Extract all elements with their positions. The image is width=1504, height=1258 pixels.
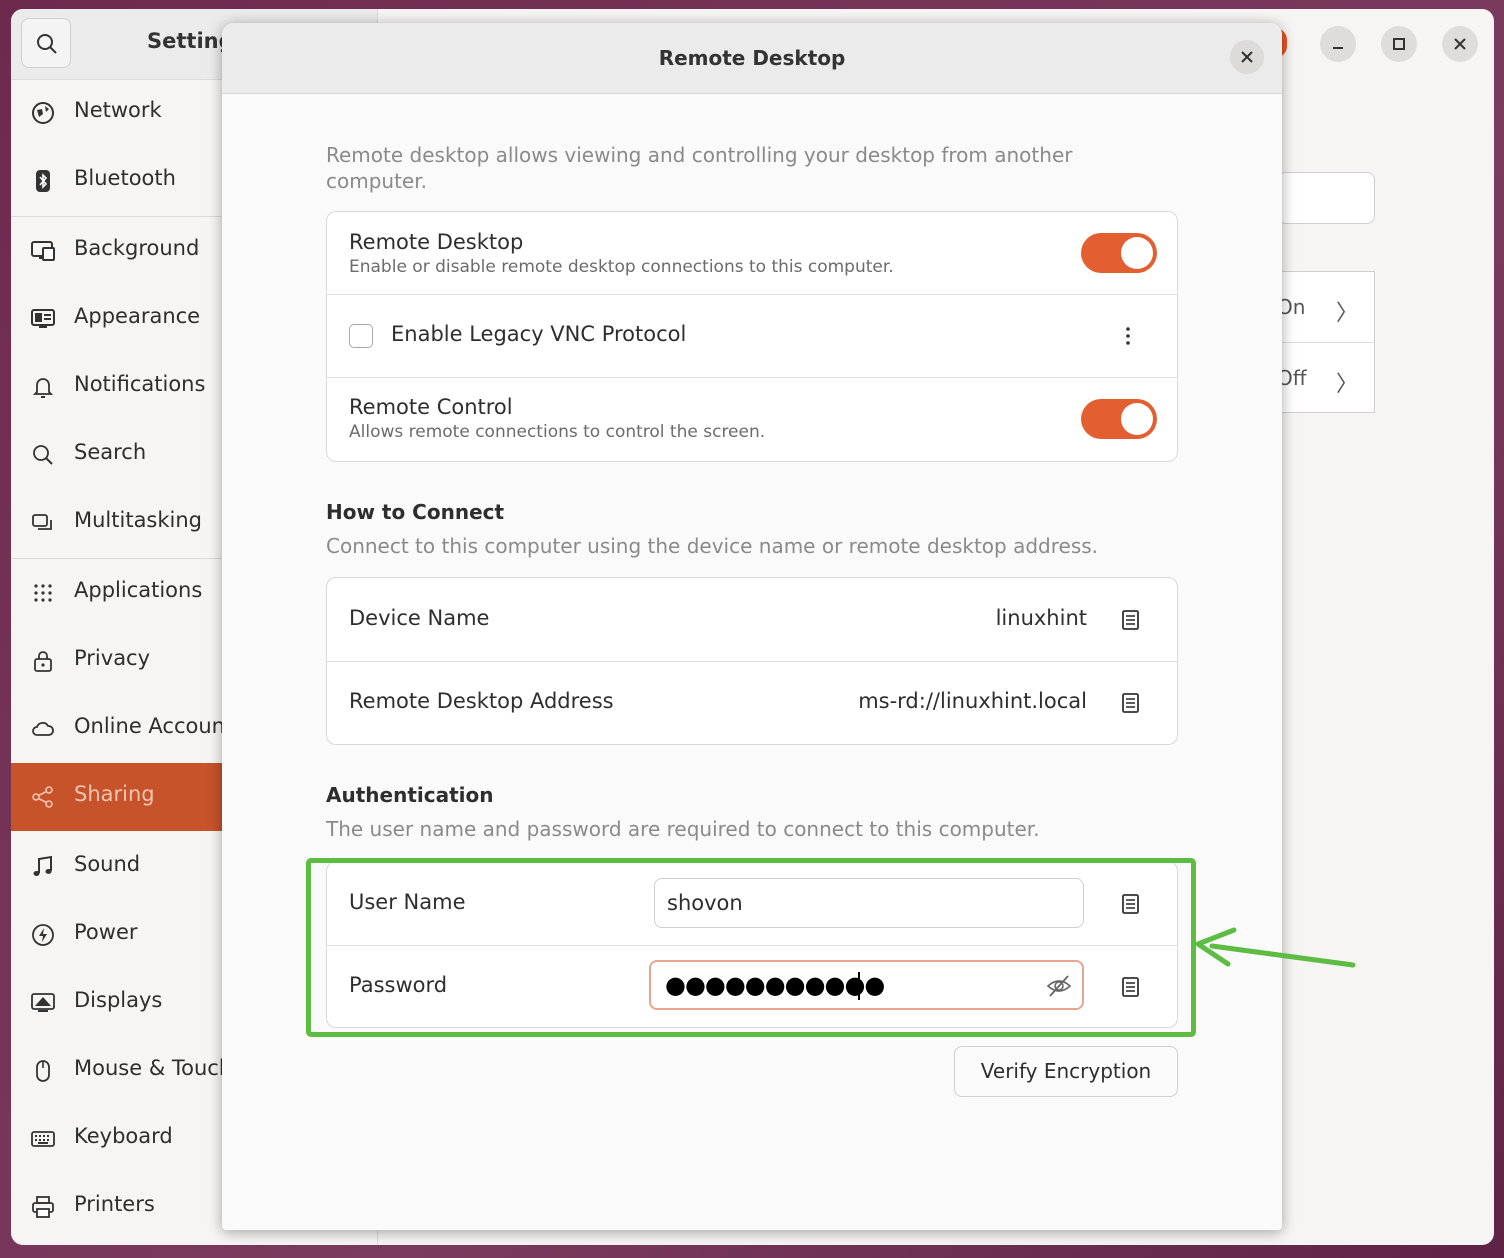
sidebar-item-label: Search [74, 440, 147, 464]
remote-desktop-settings-card: Remote Desktop Enable or disable remote … [326, 211, 1178, 462]
chevron-right-icon: 〉 [1336, 301, 1359, 326]
sidebar-item-label: Printers [74, 1192, 155, 1216]
sharing-service-row[interactable]: Off 〉 [1277, 342, 1374, 413]
sharing-services-list: On 〉 Off 〉 [1277, 271, 1375, 413]
device-name-value: linuxhint [995, 606, 1087, 630]
dialog-header: Remote Desktop [222, 23, 1282, 94]
sidebar-item-label: Appearance [74, 304, 201, 328]
remote-desktop-toggle[interactable] [1081, 233, 1157, 273]
search-icon [33, 445, 53, 465]
chevron-right-icon: 〉 [1336, 372, 1359, 397]
remote-desktop-subtitle: Enable or disable remote desktop connect… [349, 257, 894, 277]
network-icon [32, 102, 54, 124]
display-icon [31, 993, 55, 1012]
maximize-button[interactable] [1381, 26, 1417, 62]
annotation-highlight-box [306, 858, 1196, 1037]
sharing-service-row[interactable]: On 〉 [1277, 272, 1374, 342]
remote-control-title: Remote Control [349, 395, 513, 419]
minimize-icon [1333, 47, 1343, 49]
remote-desktop-dialog: Remote Desktop Remote desktop allows vie… [222, 23, 1282, 1230]
remote-desktop-title: Remote Desktop [349, 230, 524, 254]
lock-icon [34, 651, 52, 672]
sidebar-item-label: Keyboard [74, 1124, 173, 1148]
authentication-description: The user name and password are required … [326, 817, 1040, 841]
cloud-icon [32, 721, 54, 736]
bell-icon [32, 378, 54, 398]
dialog-close-button[interactable] [1230, 40, 1264, 74]
music-note-icon [33, 855, 52, 876]
keyboard-icon [31, 1131, 55, 1147]
legacy-vnc-checkbox[interactable] [349, 324, 373, 348]
sidebar-item-label: Sharing [74, 782, 155, 806]
search-icon [37, 34, 57, 54]
sidebar-item-label: Applications [74, 578, 203, 602]
share-icon [32, 786, 53, 808]
sidebar-item-label: Network [74, 98, 162, 122]
connection-info-card: Device Name linuxhint Remote Desktop Add… [326, 577, 1178, 745]
legacy-vnc-row: Enable Legacy VNC Protocol [327, 295, 1177, 377]
verify-encryption-button[interactable]: Verify Encryption [954, 1046, 1178, 1097]
remote-address-value: ms-rd://linuxhint.local [858, 689, 1087, 713]
sidebar-item-label: Power [74, 920, 138, 944]
mouse-icon [36, 1060, 50, 1082]
printer-icon [32, 1196, 54, 1218]
remote-control-toggle[interactable] [1081, 399, 1157, 439]
how-to-connect-heading: How to Connect [326, 500, 505, 524]
annotation-arrow [1195, 927, 1356, 968]
device-name-row: Device Name linuxhint [327, 578, 1177, 661]
copy-icon[interactable] [1121, 692, 1141, 714]
toggle-knob [1121, 403, 1153, 435]
close-window-button[interactable] [1442, 26, 1478, 62]
sidebar-item-label: Bluetooth [74, 166, 176, 190]
close-icon [1454, 38, 1466, 50]
kebab-menu-icon[interactable] [1121, 324, 1135, 348]
appearance-icon [31, 309, 55, 328]
legacy-vnc-label: Enable Legacy VNC Protocol [391, 322, 687, 346]
dialog-title: Remote Desktop [658, 46, 846, 70]
background-icon [31, 241, 55, 261]
maximize-icon [1393, 38, 1405, 50]
close-icon [1241, 51, 1253, 63]
apps-grid-icon [34, 584, 52, 602]
intro-text: Remote desktop allows viewing and contro… [326, 143, 1073, 193]
sidebar-item-label: Privacy [74, 646, 151, 670]
app-title: Setting [147, 29, 234, 53]
minimize-button[interactable] [1320, 26, 1356, 62]
sidebar-item-label: Background [74, 236, 200, 260]
computer-name-field[interactable] [1278, 172, 1375, 224]
sidebar-item-label: Notifications [74, 372, 206, 396]
power-icon [32, 924, 54, 946]
remote-address-label: Remote Desktop Address [349, 689, 614, 713]
sidebar-item-label: Displays [74, 988, 163, 1012]
sidebar-item-label: Multitasking [74, 508, 203, 532]
how-to-connect-description: Connect to this computer using the devic… [326, 534, 1099, 558]
remote-control-subtitle: Allows remote connections to control the… [349, 422, 766, 442]
remote-desktop-row: Remote Desktop Enable or disable remote … [327, 212, 1177, 294]
search-button[interactable] [21, 18, 71, 68]
device-name-label: Device Name [349, 606, 490, 630]
toggle-knob [1121, 237, 1153, 269]
bluetooth-icon [36, 170, 50, 192]
multitasking-icon [32, 514, 52, 530]
remote-address-row: Remote Desktop Address ms-rd://linuxhint… [327, 662, 1177, 744]
authentication-heading: Authentication [326, 783, 494, 807]
remote-control-row: Remote Control Allows remote connections… [327, 378, 1177, 461]
sidebar-item-label: Online Account [74, 714, 234, 738]
sidebar-item-label: Sound [74, 852, 141, 876]
sidebar-item-label: Mouse & Touch [74, 1056, 233, 1080]
copy-icon[interactable] [1121, 609, 1141, 631]
